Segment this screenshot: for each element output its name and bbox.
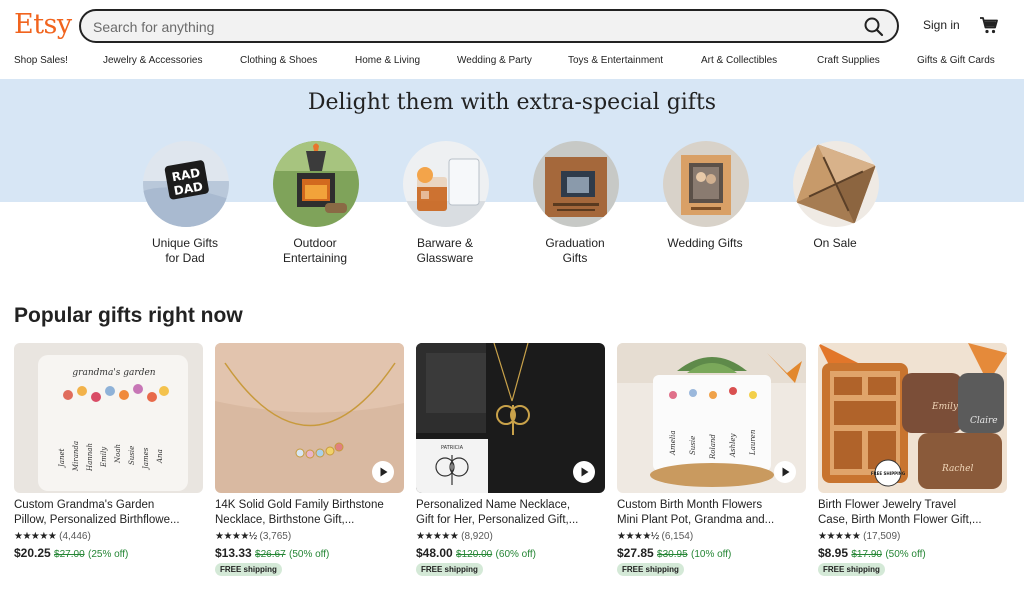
- product-rating: ★★★★½ (6,154): [617, 531, 693, 542]
- category-label-barware[interactable]: Barware & Glassware: [380, 236, 510, 266]
- product-price: $48.00 $120.00 (60% off): [416, 546, 536, 560]
- review-count: (4,446): [59, 531, 91, 542]
- svg-text:Ashley: Ashley: [729, 432, 737, 458]
- nav-craft-supplies[interactable]: Craft Supplies: [817, 55, 880, 66]
- product-card[interactable]: grandma's garden Janet Miranda Hannah Em…: [14, 343, 203, 583]
- svg-text:Amelia: Amelia: [669, 431, 677, 457]
- category-image-graduation[interactable]: [533, 141, 619, 227]
- rating-stars: ★★★★½: [215, 531, 257, 542]
- svg-text:Susie: Susie: [689, 436, 697, 455]
- product-image[interactable]: grandma's garden Janet Miranda Hannah Em…: [14, 343, 203, 493]
- nav-jewelry[interactable]: Jewelry & Accessories: [103, 55, 202, 66]
- product-title[interactable]: Custom Grandma's Garden Pillow, Personali…: [14, 498, 206, 528]
- svg-text:Hannah: Hannah: [86, 443, 94, 472]
- product-title[interactable]: Personalized Name Necklace, Gift for Her,…: [416, 498, 608, 528]
- pillow-text: grandma's garden: [72, 368, 155, 378]
- sign-in-link[interactable]: Sign in: [923, 18, 960, 32]
- svg-text:Lauren: Lauren: [749, 429, 757, 456]
- category-nav: Shop Sales! Jewelry & Accessories Clothi…: [0, 55, 1024, 73]
- necklace-tag-text: PATRICIA: [441, 445, 464, 451]
- svg-text:Miranda: Miranda: [72, 441, 80, 472]
- product-price: $13.33 $26.67 (50% off): [215, 546, 330, 560]
- category-label-outdoor[interactable]: Outdoor Entertaining: [250, 236, 380, 266]
- free-shipping-badge: FREE shipping: [215, 563, 282, 576]
- product-rating: ★★★★★ (17,509): [818, 531, 900, 542]
- svg-text:Noah: Noah: [114, 444, 122, 464]
- nav-shop-sales[interactable]: Shop Sales!: [14, 55, 68, 66]
- product-rating: ★★★★★ (4,446): [14, 531, 91, 542]
- category-image-barware[interactable]: [403, 141, 489, 227]
- svg-text:Roland: Roland: [709, 434, 717, 460]
- category-image-wedding[interactable]: [663, 141, 749, 227]
- section-title: Popular gifts right now: [14, 304, 243, 327]
- case-name-emily: Emily: [931, 402, 959, 412]
- svg-text:Ana: Ana: [156, 449, 164, 464]
- product-title[interactable]: 14K Solid Gold Family Birthstone Necklace…: [215, 498, 407, 528]
- nav-home-living[interactable]: Home & Living: [355, 55, 420, 66]
- search-bar: [79, 9, 899, 43]
- play-video-button[interactable]: [372, 461, 394, 483]
- product-card[interactable]: Emily Claire Rachel FREE SHIPPING Birth …: [818, 343, 1007, 583]
- product-rating: ★★★★★ (8,920): [416, 531, 493, 542]
- nav-toys[interactable]: Toys & Entertainment: [568, 55, 663, 66]
- category-image-sale[interactable]: [793, 141, 879, 227]
- category-label-sale[interactable]: On Sale: [770, 236, 900, 251]
- svg-text:Susie: Susie: [128, 446, 136, 465]
- header: Etsy Sign in: [0, 0, 1024, 50]
- case-name-rachel: Rachel: [941, 464, 974, 474]
- svg-text:Emily: Emily: [100, 446, 108, 468]
- search-input[interactable]: [93, 17, 833, 37]
- nav-gifts-cards[interactable]: Gifts & Gift Cards: [917, 55, 995, 66]
- category-label-dad[interactable]: Unique Gifts for Dad: [120, 236, 250, 266]
- cart-icon[interactable]: [979, 15, 999, 35]
- nav-clothing[interactable]: Clothing & Shoes: [240, 55, 317, 66]
- category-label-wedding[interactable]: Wedding Gifts: [640, 236, 770, 251]
- rating-stars: ★★★★★: [416, 531, 459, 542]
- rating-stars: ★★★★½: [617, 531, 659, 542]
- svg-text:Janet: Janet: [58, 448, 66, 469]
- review-count: (3,765): [259, 531, 292, 542]
- rating-stars: ★★★★★: [818, 531, 861, 542]
- etsy-logo[interactable]: Etsy: [14, 9, 72, 40]
- review-count: (17,509): [863, 531, 901, 542]
- hero-title: Delight them with extra-special gifts: [307, 90, 717, 115]
- category-image-outdoor[interactable]: [273, 141, 359, 227]
- product-image[interactable]: PATRICIA: [416, 343, 605, 493]
- svg-text:James: James: [142, 447, 150, 471]
- free-shipping-badge: FREE shipping: [617, 563, 684, 576]
- category-image-dad[interactable]: RAD DAD: [143, 141, 229, 227]
- search-icon[interactable]: [863, 16, 885, 38]
- play-video-button[interactable]: [774, 461, 796, 483]
- free-shipping-badge: FREE shipping: [818, 563, 885, 576]
- review-count: (8,920): [461, 531, 493, 542]
- product-price: $27.85 $30.95 (10% off): [617, 546, 732, 560]
- product-image[interactable]: [215, 343, 404, 493]
- nav-art[interactable]: Art & Collectibles: [701, 55, 777, 66]
- case-name-claire: Claire: [970, 416, 998, 426]
- product-image[interactable]: Emily Claire Rachel FREE SHIPPING: [818, 343, 1007, 493]
- review-count: (6,154): [661, 531, 694, 542]
- product-price: $20.25 $27.00 (25% off): [14, 546, 129, 560]
- product-card[interactable]: Amelia Susie Roland Ashley Lauren Custom…: [617, 343, 806, 583]
- nav-wedding-party[interactable]: Wedding & Party: [457, 55, 532, 66]
- product-image[interactable]: Amelia Susie Roland Ashley Lauren: [617, 343, 806, 493]
- product-price: $8.95 $17.90 (50% off): [818, 546, 926, 560]
- product-title[interactable]: Birth Flower Jewelry Travel Case, Birth M…: [818, 498, 1010, 528]
- rating-stars: ★★★★★: [14, 531, 57, 542]
- free-shipping-stamp: FREE SHIPPING: [871, 471, 905, 476]
- free-shipping-badge: FREE shipping: [416, 563, 483, 576]
- product-title[interactable]: Custom Birth Month Flowers Mini Plant Pot…: [617, 498, 809, 528]
- category-label-graduation[interactable]: Graduation Gifts: [510, 236, 640, 266]
- play-video-button[interactable]: [573, 461, 595, 483]
- product-card[interactable]: PATRICIA Personalized Name Necklace, Gift…: [416, 343, 605, 583]
- product-rating: ★★★★½ (3,765): [215, 531, 291, 542]
- product-card[interactable]: 14K Solid Gold Family Birthstone Necklace…: [215, 343, 404, 583]
